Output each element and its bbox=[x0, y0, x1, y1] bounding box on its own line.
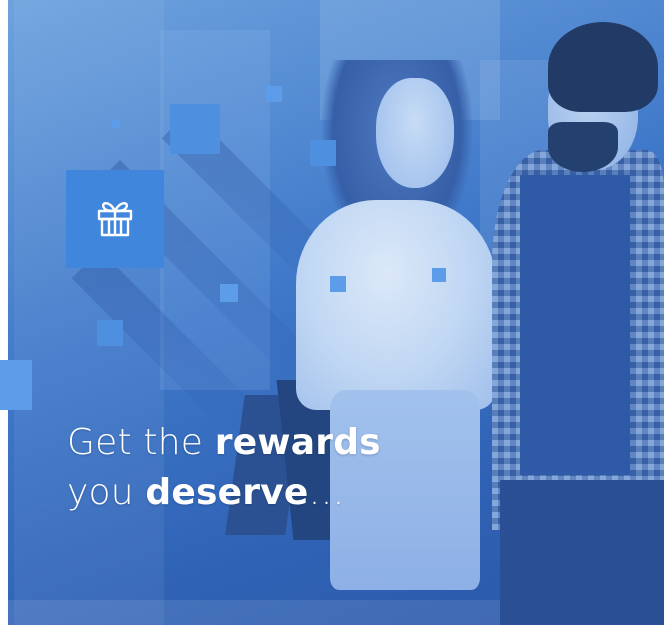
gift-icon bbox=[93, 195, 137, 243]
headline-text: Get the bbox=[67, 422, 215, 463]
decorative-square bbox=[310, 140, 336, 166]
decorative-square bbox=[170, 104, 220, 154]
decorative-square bbox=[220, 284, 238, 302]
headline-emphasis: rewards bbox=[214, 422, 381, 463]
decorative-square bbox=[266, 86, 282, 102]
decorative-square bbox=[432, 268, 446, 282]
gift-card-tile bbox=[66, 170, 164, 268]
headline-line-2: you deserve… bbox=[67, 468, 381, 518]
headline-text: you bbox=[67, 472, 146, 513]
decorative-square bbox=[0, 360, 32, 410]
headline-line-1: Get the rewards bbox=[67, 418, 381, 468]
headline-ellipsis: … bbox=[308, 472, 345, 513]
left-margin-strip bbox=[0, 0, 8, 625]
decorative-square bbox=[112, 120, 120, 128]
decorative-square bbox=[97, 320, 123, 346]
headline-emphasis: deserve bbox=[145, 472, 309, 513]
headline: Get the rewards you deserve… bbox=[67, 418, 381, 518]
decorative-square bbox=[330, 276, 346, 292]
rewards-banner: Get the rewards you deserve… bbox=[0, 0, 664, 625]
